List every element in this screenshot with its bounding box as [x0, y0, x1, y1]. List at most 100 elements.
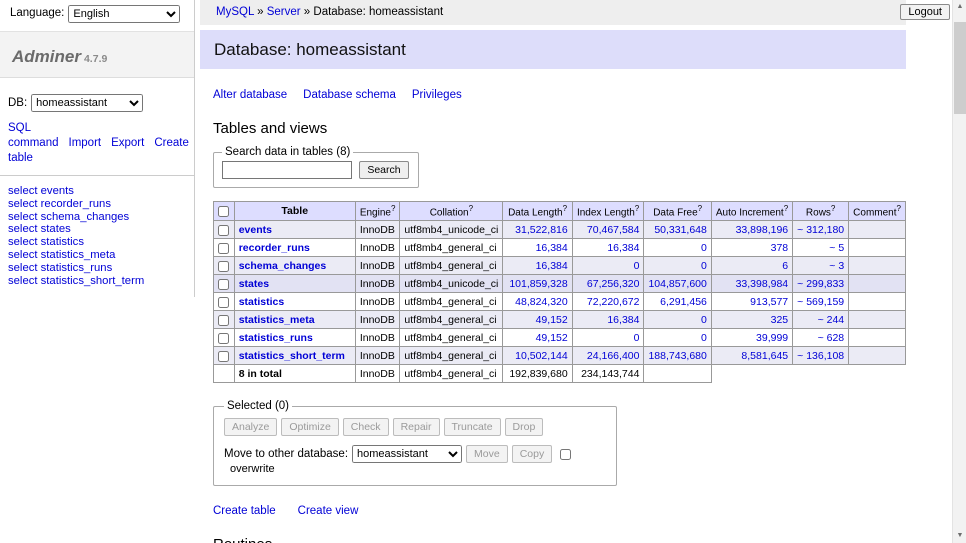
- table-name-link[interactable]: statistics: [239, 296, 285, 308]
- move-op-button[interactable]: Copy: [512, 445, 553, 463]
- overwrite-checkbox[interactable]: [560, 449, 571, 460]
- col-header-comment[interactable]: Comment?: [849, 202, 906, 221]
- col-header-rows[interactable]: Rows?: [793, 202, 849, 221]
- cell-index-length[interactable]: 70,467,584: [572, 221, 644, 239]
- cell-data-length[interactable]: 31,522,816: [503, 221, 572, 239]
- help-icon[interactable]: ?: [698, 204, 702, 213]
- cell-auto-increment[interactable]: 39,999: [711, 329, 792, 347]
- sidebar-table-link[interactable]: select schema_changes: [8, 211, 194, 224]
- cell-auto-increment[interactable]: 33,398,984: [711, 275, 792, 293]
- cell-index-length[interactable]: 67,256,320: [572, 275, 644, 293]
- cell-auto-increment[interactable]: 8,581,645: [711, 347, 792, 365]
- move-op-button[interactable]: Move: [466, 445, 508, 463]
- cell-data-free[interactable]: 0: [644, 239, 711, 257]
- breadcrumb-link[interactable]: MySQL: [216, 6, 254, 18]
- cell-data-length[interactable]: 10,502,144: [503, 347, 572, 365]
- cell-rows[interactable]: ~ 569,159: [793, 293, 849, 311]
- col-header-index-length[interactable]: Index Length?: [572, 202, 644, 221]
- col-header-data-length[interactable]: Data Length?: [503, 202, 572, 221]
- cell-auto-increment[interactable]: 33,898,196: [711, 221, 792, 239]
- cell-data-free[interactable]: 6,291,456: [644, 293, 711, 311]
- cell-rows[interactable]: ~ 299,833: [793, 275, 849, 293]
- row-checkbox[interactable]: [218, 315, 229, 326]
- table-name-link[interactable]: states: [239, 278, 269, 290]
- row-checkbox[interactable]: [218, 261, 229, 272]
- help-icon[interactable]: ?: [391, 204, 395, 213]
- cell-rows[interactable]: ~ 136,108: [793, 347, 849, 365]
- help-icon[interactable]: ?: [897, 204, 901, 213]
- cell-auto-increment[interactable]: 913,577: [711, 293, 792, 311]
- sidebar-action-link[interactable]: Import: [69, 137, 102, 149]
- db-action-link[interactable]: Database schema: [303, 89, 396, 101]
- row-checkbox[interactable]: [218, 351, 229, 362]
- cell-index-length[interactable]: 0: [572, 257, 644, 275]
- cell-data-length[interactable]: 16,384: [503, 239, 572, 257]
- cell-auto-increment[interactable]: 325: [711, 311, 792, 329]
- select-all-checkbox[interactable]: [218, 206, 229, 217]
- cell-data-free[interactable]: 104,857,600: [644, 275, 711, 293]
- sidebar-table-link[interactable]: select events: [8, 185, 194, 198]
- cell-rows[interactable]: ~ 3: [793, 257, 849, 275]
- create-link[interactable]: Create table: [213, 505, 276, 517]
- cell-data-free[interactable]: 0: [644, 311, 711, 329]
- cell-data-free[interactable]: 0: [644, 329, 711, 347]
- table-name-link[interactable]: events: [239, 224, 272, 236]
- row-checkbox[interactable]: [218, 279, 229, 290]
- table-op-button[interactable]: Repair: [393, 418, 440, 436]
- row-checkbox[interactable]: [218, 297, 229, 308]
- help-icon[interactable]: ?: [784, 204, 788, 213]
- db-action-link[interactable]: Privileges: [412, 89, 462, 101]
- table-op-button[interactable]: Check: [343, 418, 389, 436]
- scroll-down-arrow[interactable]: ▼: [953, 529, 966, 543]
- cell-auto-increment[interactable]: 6: [711, 257, 792, 275]
- table-name-link[interactable]: statistics_meta: [239, 314, 315, 326]
- cell-rows[interactable]: ~ 5: [793, 239, 849, 257]
- language-select[interactable]: English: [68, 5, 180, 23]
- cell-data-length[interactable]: 49,152: [503, 329, 572, 347]
- cell-index-length[interactable]: 0: [572, 329, 644, 347]
- cell-data-length[interactable]: 48,824,320: [503, 293, 572, 311]
- cell-data-free[interactable]: 50,331,648: [644, 221, 711, 239]
- search-input[interactable]: [222, 161, 352, 179]
- sidebar-table-link[interactable]: select statistics_runs: [8, 262, 194, 275]
- col-header-auto-increment[interactable]: Auto Increment?: [711, 202, 792, 221]
- row-checkbox[interactable]: [218, 225, 229, 236]
- cell-index-length[interactable]: 16,384: [572, 311, 644, 329]
- cell-index-length[interactable]: 72,220,672: [572, 293, 644, 311]
- cell-data-free[interactable]: 188,743,680: [644, 347, 711, 365]
- sidebar-table-link[interactable]: select statistics: [8, 236, 194, 249]
- cell-data-length[interactable]: 101,859,328: [503, 275, 572, 293]
- help-icon[interactable]: ?: [469, 204, 473, 213]
- sidebar-table-link[interactable]: select states: [8, 223, 194, 236]
- table-name-link[interactable]: statistics_runs: [239, 332, 313, 344]
- scrollbar-thumb[interactable]: [954, 22, 966, 114]
- move-db-select[interactable]: homeassistant: [352, 445, 462, 463]
- sidebar-action-link[interactable]: Export: [111, 137, 144, 149]
- cell-rows[interactable]: ~ 312,180: [793, 221, 849, 239]
- cell-index-length[interactable]: 24,166,400: [572, 347, 644, 365]
- row-checkbox[interactable]: [218, 243, 229, 254]
- col-header-engine[interactable]: Engine?: [355, 202, 400, 221]
- cell-auto-increment[interactable]: 378: [711, 239, 792, 257]
- cell-rows[interactable]: ~ 628: [793, 329, 849, 347]
- help-icon[interactable]: ?: [831, 204, 835, 213]
- help-icon[interactable]: ?: [563, 204, 567, 213]
- create-link[interactable]: Create view: [298, 505, 359, 517]
- cell-data-length[interactable]: 49,152: [503, 311, 572, 329]
- table-name-link[interactable]: schema_changes: [239, 260, 327, 272]
- table-name-link[interactable]: recorder_runs: [239, 242, 310, 254]
- sidebar-table-link[interactable]: select recorder_runs: [8, 198, 194, 211]
- scroll-up-arrow[interactable]: ▲: [953, 0, 966, 14]
- table-name-link[interactable]: statistics_short_term: [239, 350, 345, 362]
- cell-data-length[interactable]: 16,384: [503, 257, 572, 275]
- logout-button[interactable]: Logout: [900, 4, 950, 20]
- table-op-button[interactable]: Truncate: [444, 418, 501, 436]
- col-header-data-free[interactable]: Data Free?: [644, 202, 711, 221]
- cell-rows[interactable]: ~ 244: [793, 311, 849, 329]
- table-op-button[interactable]: Analyze: [224, 418, 277, 436]
- sidebar-table-link[interactable]: select statistics_short_term: [8, 275, 194, 288]
- cell-data-free[interactable]: 0: [644, 257, 711, 275]
- sidebar-action-link[interactable]: SQL command: [8, 122, 59, 149]
- db-action-link[interactable]: Alter database: [213, 89, 287, 101]
- search-button[interactable]: Search: [359, 161, 408, 179]
